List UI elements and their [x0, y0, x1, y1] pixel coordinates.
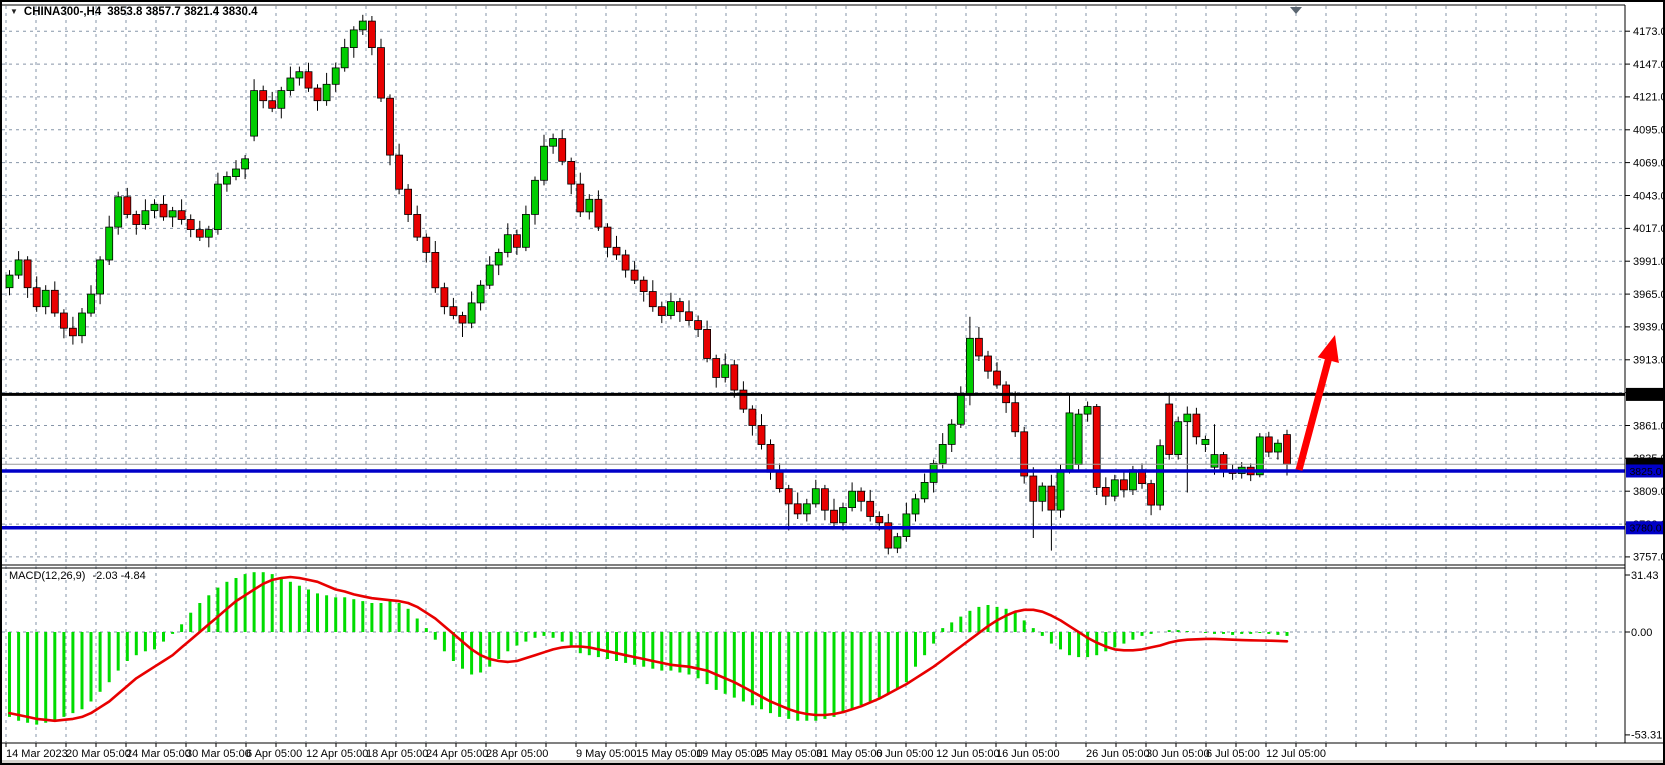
svg-text:31 May 05:00: 31 May 05:00 — [816, 748, 883, 760]
annotation-arrow-up[interactable] — [1299, 335, 1339, 470]
svg-text:3885.6: 3885.6 — [1629, 389, 1661, 401]
svg-text:25 May 05:00: 25 May 05:00 — [756, 748, 823, 760]
svg-text:9 May 05:00: 9 May 05:00 — [576, 748, 637, 760]
ohlc-values: 3853.8 3857.7 3821.4 3830.4 — [107, 6, 257, 18]
svg-text:6 Jun 05:00: 6 Jun 05:00 — [876, 748, 934, 760]
svg-text:24 Mar 05:00: 24 Mar 05:00 — [126, 748, 191, 760]
svg-text:4095.0: 4095.0 — [1633, 125, 1665, 137]
svg-text:4173.0: 4173.0 — [1633, 26, 1665, 38]
svg-text:28 Apr 05:00: 28 Apr 05:00 — [486, 748, 548, 760]
svg-text:3991.0: 3991.0 — [1633, 256, 1665, 268]
svg-text:15 May 05:00: 15 May 05:00 — [636, 748, 703, 760]
svg-text:6 Jul 05:00: 6 Jul 05:00 — [1206, 748, 1260, 760]
svg-text:4017.0: 4017.0 — [1633, 223, 1665, 235]
candlestick-series — [6, 15, 1291, 555]
svg-text:12 Jul 05:00: 12 Jul 05:00 — [1266, 748, 1326, 760]
svg-text:30 Jun 05:00: 30 Jun 05:00 — [1146, 748, 1210, 760]
svg-text:4147.0: 4147.0 — [1633, 59, 1665, 71]
time-axis[interactable]: 14 Mar 202320 Mar 05:0024 Mar 05:0030 Ma… — [6, 743, 1596, 760]
svg-text:3825.0: 3825.0 — [1629, 466, 1661, 478]
svg-text:6 Apr 05:00: 6 Apr 05:00 — [246, 748, 302, 760]
svg-text:20 Mar 05:00: 20 Mar 05:00 — [66, 748, 131, 760]
price-badges: 3885.63830.43825.03780.0 — [1626, 388, 1665, 535]
level-lines[interactable] — [2, 394, 1625, 527]
svg-text:4043.0: 4043.0 — [1633, 190, 1665, 202]
svg-text:0.00: 0.00 — [1631, 627, 1652, 639]
symbol-label: CHINA300-,H4 — [24, 6, 101, 18]
macd-values: -2.03 -4.84 — [92, 570, 145, 582]
svg-text:3913.0: 3913.0 — [1633, 355, 1665, 367]
svg-text:3965.0: 3965.0 — [1633, 289, 1665, 301]
svg-text:3939.0: 3939.0 — [1633, 322, 1665, 334]
svg-text:30 Mar 05:00: 30 Mar 05:00 — [186, 748, 251, 760]
svg-text:3780.0: 3780.0 — [1629, 523, 1661, 535]
svg-text:24 Apr 05:00: 24 Apr 05:00 — [426, 748, 488, 760]
svg-text:12 Apr 05:00: 12 Apr 05:00 — [306, 748, 368, 760]
svg-text:-53.31: -53.31 — [1631, 730, 1662, 742]
trading-terminal-window: 3757.03783.03809.03835.03861.03887.03913… — [0, 0, 1665, 765]
window-bottom-strip — [2, 760, 1663, 763]
svg-text:31.43: 31.43 — [1631, 570, 1659, 582]
price-axis[interactable]: 3757.03783.03809.03835.03861.03887.03913… — [1625, 26, 1665, 564]
svg-text:3809.0: 3809.0 — [1633, 486, 1665, 498]
svg-text:3861.0: 3861.0 — [1633, 420, 1665, 432]
svg-text:16 Jun 05:00: 16 Jun 05:00 — [996, 748, 1060, 760]
svg-text:14 Mar 2023: 14 Mar 2023 — [6, 748, 68, 760]
svg-text:4121.0: 4121.0 — [1633, 92, 1665, 104]
chart-canvas[interactable]: 3757.03783.03809.03835.03861.03887.03913… — [2, 2, 1665, 765]
macd-axis[interactable]: 31.43 0.00 -53.31 — [1625, 570, 1662, 742]
svg-text:3757.0: 3757.0 — [1633, 552, 1665, 564]
chart-shift-marker-icon[interactable] — [1290, 7, 1302, 14]
macd-name: MACD(12,26,9) — [9, 570, 85, 582]
svg-text:4069.0: 4069.0 — [1633, 157, 1665, 169]
svg-text:18 Apr 05:00: 18 Apr 05:00 — [366, 748, 428, 760]
svg-text:26 Jun 05:00: 26 Jun 05:00 — [1086, 748, 1150, 760]
svg-text:19 May 05:00: 19 May 05:00 — [696, 748, 763, 760]
macd-histogram — [10, 572, 1288, 724]
symbol-dropdown-icon[interactable]: ▼ — [10, 8, 18, 16]
chart-title: ▼ CHINA300-,H4 3853.8 3857.7 3821.4 3830… — [10, 6, 258, 18]
macd-indicator-label: MACD(12,26,9) -2.03 -4.84 — [9, 570, 150, 582]
svg-text:12 Jun 05:00: 12 Jun 05:00 — [936, 748, 1000, 760]
